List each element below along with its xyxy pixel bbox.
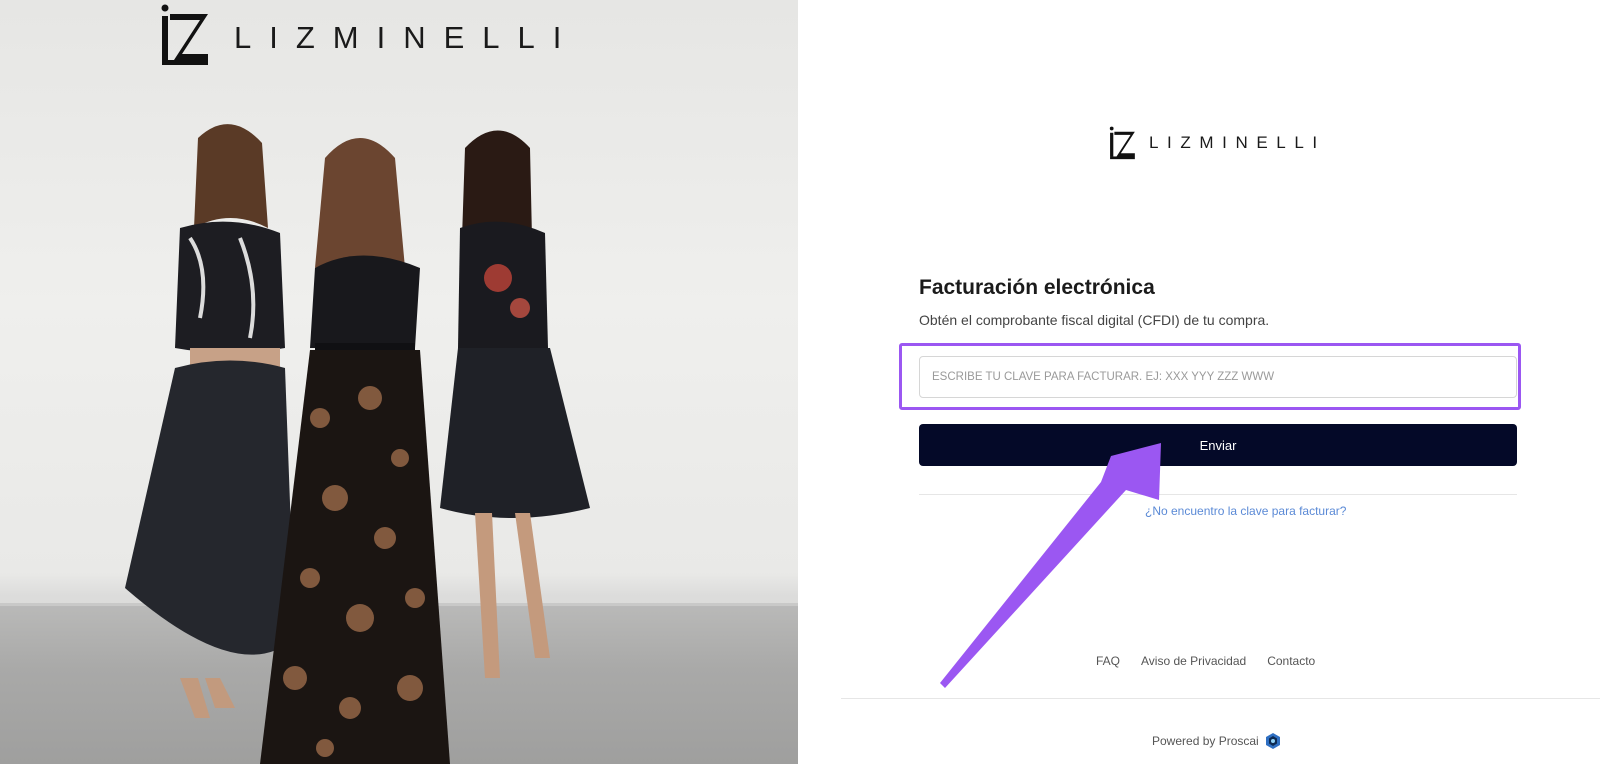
invoice-panel: LIZMINELLI Facturación electrónica Obtén… xyxy=(798,0,1600,764)
contact-link[interactable]: Contacto xyxy=(1267,654,1315,668)
powered-by-text: Powered by Proscai xyxy=(1152,734,1259,748)
invoice-key-input[interactable] xyxy=(919,356,1517,398)
annotation-arrow-icon xyxy=(940,443,1161,688)
hero-logo: LIZMINELLI xyxy=(160,4,579,66)
page-subtitle: Obtén el comprobante fiscal digital (CFD… xyxy=(919,312,1270,328)
brand-logo-text: LIZMINELLI xyxy=(1149,133,1326,152)
powered-by: Powered by Proscai xyxy=(1152,733,1281,749)
lizminelli-monogram-icon xyxy=(1109,126,1135,160)
hero-image: LIZMINELLI xyxy=(0,0,798,764)
brand-logo: LIZMINELLI xyxy=(1109,126,1326,160)
hero-logo-text: LIZMINELLI xyxy=(234,20,580,55)
models-photo xyxy=(125,124,590,764)
lizminelli-monogram-icon xyxy=(161,4,208,65)
proscai-logo-icon xyxy=(1265,733,1280,749)
page-title: Facturación electrónica xyxy=(919,276,1155,299)
